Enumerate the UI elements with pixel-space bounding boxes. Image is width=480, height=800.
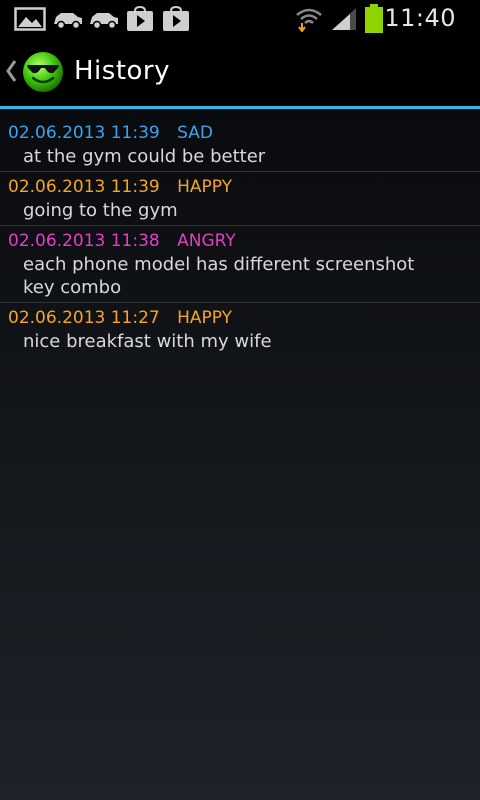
entry-header: 02.06.2013 11:27 HAPPY (0, 306, 480, 330)
entry-header: 02.06.2013 11:39 SAD (0, 121, 480, 145)
entry-date: 02.06.2013 11:39 (8, 123, 160, 143)
car-icon (54, 13, 82, 30)
wifi-icon (296, 8, 322, 32)
entry-note: at the gym could be better (23, 146, 266, 167)
status-time: 11:40 (384, 4, 456, 32)
entry-date: 02.06.2013 11:27 (8, 308, 160, 328)
entry-mood: HAPPY (177, 177, 233, 197)
page-title: History (74, 56, 170, 86)
play-store-icon (163, 6, 189, 31)
action-bar-divider (0, 106, 480, 109)
list-item[interactable]: 02.06.2013 11:27 HAPPY nice breakfast wi… (0, 303, 480, 356)
gallery-icon (14, 7, 46, 31)
entry-note: going to the gym (23, 200, 178, 221)
entry-note: each phone model has different screensho… (23, 254, 415, 298)
action-bar: History (0, 38, 480, 106)
signal-icon (332, 8, 356, 30)
list-item[interactable]: 02.06.2013 11:39 SAD at the gym could be… (0, 118, 480, 172)
entry-note: nice breakfast with my wife (23, 331, 272, 352)
entry-mood: ANGRY (177, 231, 236, 251)
entry-mood: SAD (177, 123, 213, 143)
play-store-icon (127, 6, 153, 31)
battery-icon (365, 4, 383, 33)
history-list: 02.06.2013 11:39 SAD at the gym could be… (0, 118, 480, 356)
entry-mood: HAPPY (177, 308, 233, 328)
chevron-left-icon[interactable] (4, 58, 18, 84)
list-item[interactable]: 02.06.2013 11:38 ANGRY each phone model … (0, 226, 480, 303)
screen: 11:40 History 02.06.2013 11:39 SAD at th… (0, 0, 480, 800)
list-item[interactable]: 02.06.2013 11:39 HAPPY going to the gym (0, 172, 480, 226)
entry-date: 02.06.2013 11:38 (8, 231, 160, 251)
entry-header: 02.06.2013 11:38 ANGRY (0, 229, 480, 253)
status-bar: 11:40 (0, 0, 480, 38)
entry-date: 02.06.2013 11:39 (8, 177, 160, 197)
smiley-sunglasses-icon[interactable] (22, 51, 64, 93)
car-icon (90, 13, 118, 30)
entry-header: 02.06.2013 11:39 HAPPY (0, 175, 480, 199)
